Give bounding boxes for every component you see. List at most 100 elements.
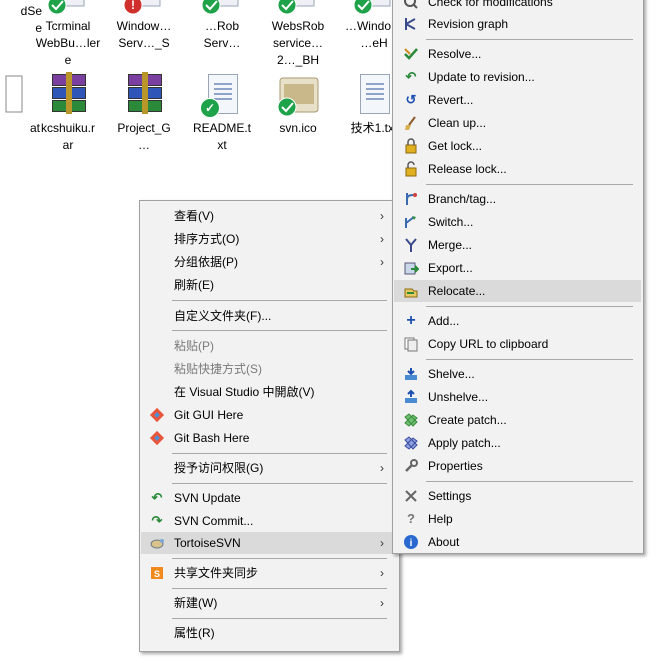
menu-item-merge[interactable]: Merge... xyxy=(394,234,641,256)
menu-item-revert[interactable]: ↺ Revert... xyxy=(394,89,641,111)
menu-item-label: Git GUI Here xyxy=(174,408,244,422)
menu-item-help[interactable]: ? Help xyxy=(394,508,641,530)
chevron-right-icon: › xyxy=(380,596,384,610)
desktop-context-menu: 查看(V) › 排序方式(O) › 分组依据(P) › 刷新(E) 自定义文件夹… xyxy=(139,200,400,652)
text-file-icon xyxy=(352,74,396,118)
vs-file-icon xyxy=(200,0,244,16)
menu-item-apply-patch[interactable]: Apply patch... xyxy=(394,432,641,454)
menu-item-settings[interactable]: Settings xyxy=(394,485,641,507)
relocate-icon xyxy=(403,283,419,299)
menu-item-label: Branch/tag... xyxy=(428,192,497,206)
file-label: WebsRob service… 2…_BH xyxy=(271,19,325,67)
desktop-file[interactable]: Project_G … xyxy=(104,72,184,154)
text-file-svn-icon: ✓ xyxy=(200,74,244,118)
menu-item-branch-tag[interactable]: Branch/tag... xyxy=(394,188,641,210)
menu-separator xyxy=(426,481,633,482)
menu-item-label: Get lock... xyxy=(428,139,483,153)
svg-text:i: i xyxy=(410,538,413,549)
menu-item-check-modifications[interactable]: Check for modifications xyxy=(394,0,641,13)
menu-item-label: Unshelve... xyxy=(428,390,489,404)
desktop-file[interactable]: ! Window… Serv…_S xyxy=(104,0,184,52)
desktop-file[interactable]: ✓ README.t xt xyxy=(182,74,262,154)
menu-item-paste[interactable]: 粘贴(P) xyxy=(141,335,397,357)
menu-item-relocate[interactable]: Relocate... xyxy=(394,280,641,302)
menu-item-resolve[interactable]: Resolve... xyxy=(394,43,641,65)
shelve-icon xyxy=(403,366,419,382)
menu-item-git-gui[interactable]: Git GUI Here xyxy=(141,404,397,426)
desktop: ata dSe e Tcrminal WebBu…ler e ! Window…… xyxy=(0,0,660,663)
revert-icon: ↺ xyxy=(405,92,417,107)
menu-item-switch[interactable]: Switch... xyxy=(394,211,641,233)
revision-graph-icon xyxy=(403,16,419,32)
menu-separator xyxy=(172,483,387,484)
menu-item-label: Update to revision... xyxy=(428,70,535,84)
menu-item-paste-shortcut[interactable]: 粘贴快捷方式(S) xyxy=(141,358,397,380)
menu-item-customize-folder[interactable]: 自定义文件夹(F)... xyxy=(141,305,397,327)
menu-item-label: Clean up... xyxy=(428,116,487,130)
desktop-file[interactable]: svn.ico xyxy=(258,74,338,137)
unlock-icon xyxy=(403,161,419,177)
chevron-right-icon: › xyxy=(380,255,384,269)
menu-item-tortoisesvn[interactable]: TortoiseSVN › xyxy=(141,532,397,554)
winrar-archive-icon xyxy=(46,72,90,118)
chevron-right-icon: › xyxy=(380,566,384,580)
menu-item-label: Create patch... xyxy=(428,413,507,427)
menu-item-label: Shelve... xyxy=(428,367,475,381)
menu-item-label: 在 Visual Studio 中開啟(V) xyxy=(174,385,315,399)
menu-item-shared-folder-sync[interactable]: S 共享文件夹同步 › xyxy=(141,562,397,584)
menu-item-new[interactable]: 新建(W) › xyxy=(141,592,397,614)
file-label: …Rob Serv… xyxy=(203,19,241,50)
menu-separator xyxy=(172,300,387,301)
menu-item-export[interactable]: Export... xyxy=(394,257,641,279)
menu-separator xyxy=(172,588,387,589)
vs-file-icon xyxy=(46,0,90,16)
menu-separator xyxy=(426,359,633,360)
check-mod-icon xyxy=(403,0,419,10)
menu-item-git-bash[interactable]: Git Bash Here xyxy=(141,427,397,449)
desktop-file[interactable]: WebsRob service… 2…_BH xyxy=(258,0,338,69)
menu-item-label: Relocate... xyxy=(428,284,486,298)
menu-item-create-patch[interactable]: Create patch... xyxy=(394,409,641,431)
svn-ico-icon xyxy=(276,74,320,118)
menu-item-copy-url[interactable]: Copy URL to clipboard xyxy=(394,333,641,355)
cleanup-icon xyxy=(403,115,419,131)
menu-item-add[interactable]: + Add... xyxy=(394,310,641,332)
menu-item-view[interactable]: 查看(V) › xyxy=(141,205,397,227)
menu-item-clean-up[interactable]: Clean up... xyxy=(394,112,641,134)
menu-item-svn-update[interactable]: ↶ SVN Update xyxy=(141,487,397,509)
menu-item-label: 粘贴快捷方式(S) xyxy=(174,362,262,376)
svg-text:S: S xyxy=(154,569,160,579)
update-rev-icon: ↶ xyxy=(405,69,417,84)
menu-item-properties[interactable]: Properties xyxy=(394,455,641,477)
menu-item-shelve[interactable]: Shelve... xyxy=(394,363,641,385)
menu-item-sort-by[interactable]: 排序方式(O) › xyxy=(141,228,397,250)
menu-separator xyxy=(172,558,387,559)
menu-item-label: 查看(V) xyxy=(174,209,214,223)
menu-item-revision-graph[interactable]: Revision graph xyxy=(394,13,641,35)
menu-item-svn-commit[interactable]: ↷ SVN Commit... xyxy=(141,510,397,532)
menu-item-release-lock[interactable]: Release lock... xyxy=(394,158,641,180)
menu-item-update-to-revision[interactable]: ↶ Update to revision... xyxy=(394,66,641,88)
menu-item-label: About xyxy=(428,535,460,549)
menu-item-label: 分组依据(P) xyxy=(174,255,238,269)
menu-item-group-by[interactable]: 分组依据(P) › xyxy=(141,251,397,273)
menu-item-give-access[interactable]: 授予访问权限(G) › xyxy=(141,457,397,479)
desktop-file[interactable]: Tcrminal WebBu…ler e xyxy=(28,0,108,69)
desktop-file[interactable]: kcshuiku.r ar xyxy=(28,72,108,154)
file-label: Tcrminal WebBu…ler e xyxy=(35,19,101,67)
desktop-file[interactable]: …Rob Serv… xyxy=(182,0,262,52)
menu-item-get-lock[interactable]: Get lock... xyxy=(394,135,641,157)
menu-item-about[interactable]: i About xyxy=(394,531,641,553)
menu-item-label: 排序方式(O) xyxy=(174,232,240,246)
menu-item-refresh[interactable]: 刷新(E) xyxy=(141,274,397,296)
menu-separator xyxy=(172,453,387,454)
help-icon: ? xyxy=(407,511,415,526)
git-icon xyxy=(149,430,165,446)
branch-icon xyxy=(403,191,419,207)
menu-item-properties[interactable]: 属性(R) xyxy=(141,622,397,644)
menu-item-label: Revert... xyxy=(428,93,474,107)
menu-item-unshelve[interactable]: Unshelve... xyxy=(394,386,641,408)
menu-item-open-in-visual-studio[interactable]: 在 Visual Studio 中開啟(V) xyxy=(141,381,397,403)
menu-item-label: Release lock... xyxy=(428,162,507,176)
menu-item-label: Resolve... xyxy=(428,47,482,61)
